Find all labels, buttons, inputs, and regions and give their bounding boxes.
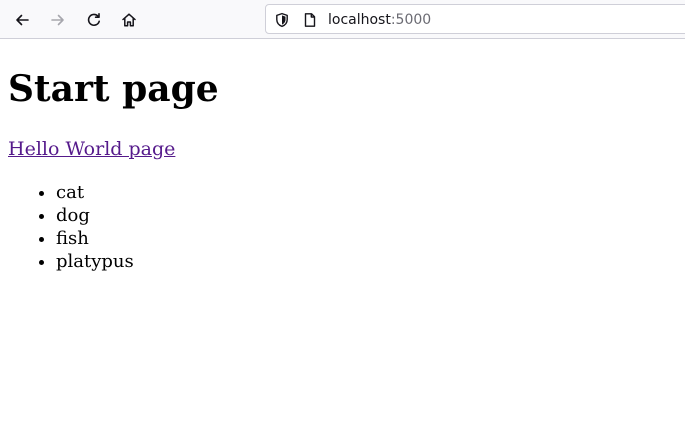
list-item: platypus (56, 250, 134, 273)
forward-button[interactable] (44, 6, 72, 34)
back-button[interactable] (8, 6, 36, 34)
page-content: Start page Hello World page cat dog fish… (0, 39, 685, 443)
home-icon (121, 12, 137, 28)
page-icon[interactable] (301, 11, 319, 29)
forward-arrow-icon (50, 12, 66, 28)
list-item: cat (56, 181, 134, 204)
address-bar[interactable]: localhost:5000 (265, 4, 685, 34)
animal-list: cat dog fish platypus (0, 181, 134, 273)
home-button[interactable] (115, 6, 143, 34)
list-item: fish (56, 227, 134, 250)
url-port: :5000 (390, 12, 432, 28)
url-text[interactable]: localhost:5000 (328, 11, 431, 29)
list-item: dog (56, 204, 134, 227)
url-host: localhost (328, 12, 391, 28)
reload-button[interactable] (80, 6, 108, 34)
shield-icon[interactable] (273, 11, 291, 29)
back-arrow-icon (14, 12, 30, 28)
page-title: Start page (8, 68, 219, 110)
reload-icon (86, 12, 102, 28)
hello-world-link[interactable]: Hello World page (8, 137, 175, 161)
browser-toolbar: localhost:5000 (0, 0, 685, 39)
